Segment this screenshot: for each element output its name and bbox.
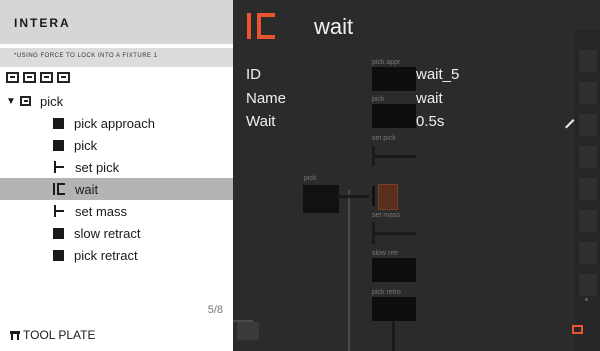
hint-bar: *USING FORCE TO LOCK INTO A FIXTURE 1 — [0, 48, 233, 67]
bracket-icon — [53, 161, 65, 173]
toolbar — [6, 72, 70, 86]
field-value-name[interactable]: wait — [416, 90, 443, 107]
graph-group-label: pick — [304, 175, 317, 182]
tree-item-label: pick approach — [74, 115, 155, 131]
tree-parent-pick[interactable]: ▼ pick — [0, 90, 233, 112]
add-block-icon[interactable] — [6, 72, 19, 83]
rail-slot[interactable] — [579, 242, 597, 264]
hint-text: *USING FORCE TO LOCK INTO A FIXTURE 1 — [14, 53, 158, 59]
graph-connector — [337, 195, 369, 198]
rail-slot[interactable] — [579, 114, 597, 136]
chevron-down-icon[interactable]: ▼ — [6, 96, 20, 107]
graph-node-wait — [372, 186, 375, 206]
tree-item-label: set pick — [75, 159, 120, 175]
graph-node-pick — [372, 104, 416, 128]
tree-item-set-pick[interactable]: set pick — [0, 156, 233, 178]
field-label-id: ID — [246, 66, 261, 83]
tree-item-wait[interactable]: wait — [0, 178, 233, 200]
program-tree: ▼ pick pick approach pick set pick wait … — [0, 90, 233, 266]
tree-item-set-mass[interactable]: set mass — [0, 200, 233, 222]
tree-item-pick-approach[interactable]: pick approach — [0, 112, 233, 134]
graph-connector — [372, 155, 416, 158]
graph-node-label: pick retro — [372, 289, 401, 296]
page-counter: 5/8 — [207, 304, 223, 316]
tree-item-label: pick — [74, 137, 98, 153]
graph-group-node — [303, 185, 339, 213]
rail-slot[interactable] — [579, 146, 597, 168]
graph-connector — [392, 321, 395, 351]
square-icon — [53, 117, 64, 129]
tree-item-label: set mass — [75, 203, 128, 219]
rail-slot[interactable] — [579, 274, 597, 296]
field-label-wait: Wait — [246, 113, 276, 130]
add-loop-icon[interactable] — [40, 72, 53, 83]
graph-node-pick-approach — [372, 67, 416, 91]
tree-item-label: slow retract — [74, 225, 141, 241]
bracket-icon — [53, 205, 65, 217]
pencil-icon[interactable] — [563, 116, 577, 130]
add-group-icon[interactable] — [23, 72, 36, 83]
tool-plate-label: TOOL PLATE — [23, 328, 96, 342]
graph-node-pick-retract — [372, 297, 416, 321]
tree-item-slow-retract[interactable]: slow retract — [0, 222, 233, 244]
graph-node-wait-selected — [378, 184, 398, 210]
tool-plate-button[interactable]: TOOL PLATE — [10, 328, 95, 342]
graph-node-dim — [237, 322, 259, 340]
graph-connector — [372, 232, 416, 235]
tree-item-pick-retract[interactable]: pick retract — [0, 244, 233, 266]
right-rail — [575, 30, 600, 351]
graph-node-label: set pick — [372, 135, 396, 142]
field-label-name: Name — [246, 90, 287, 107]
graph-node-label: pick — [372, 96, 385, 103]
rail-slot[interactable] — [579, 82, 597, 104]
tree-item-pick[interactable]: pick — [0, 134, 233, 156]
left-panel: INTERA *USING FORCE TO LOCK INTO A FIXTU… — [0, 0, 233, 351]
rail-slot[interactable] — [579, 210, 597, 232]
square-icon — [53, 249, 64, 261]
brand-bar: INTERA — [0, 0, 233, 44]
graph-node-slow-retract — [372, 258, 416, 282]
field-value-wait[interactable]: 0.5s — [416, 113, 444, 130]
square-icon — [53, 227, 64, 239]
wait-icon — [53, 183, 65, 195]
tool-plate-icon — [10, 330, 20, 340]
wait-icon — [247, 13, 277, 39]
group-icon — [20, 96, 31, 106]
tree-parent-label: pick — [40, 93, 64, 109]
field-value-id[interactable]: wait_5 — [416, 66, 459, 83]
detail-title: wait — [314, 14, 354, 39]
square-icon — [53, 139, 64, 151]
tree-item-label: wait — [75, 181, 99, 197]
graph-node-label: set mass — [372, 212, 401, 219]
add-condition-icon[interactable] — [57, 72, 70, 83]
rail-dot — [585, 298, 588, 301]
tool-plate-corner-icon[interactable] — [572, 325, 583, 334]
graph-node-label: slow retr — [372, 250, 399, 257]
rail-slot[interactable] — [579, 178, 597, 200]
graph-node-label: pick appr — [372, 59, 401, 66]
detail-panel: pick pick appr pick set pick set mass sl… — [233, 0, 600, 351]
tree-item-label: pick retract — [74, 247, 138, 263]
graph-connector — [348, 190, 350, 351]
rail-slot[interactable] — [579, 50, 597, 72]
brand-title: INTERA — [14, 16, 71, 30]
